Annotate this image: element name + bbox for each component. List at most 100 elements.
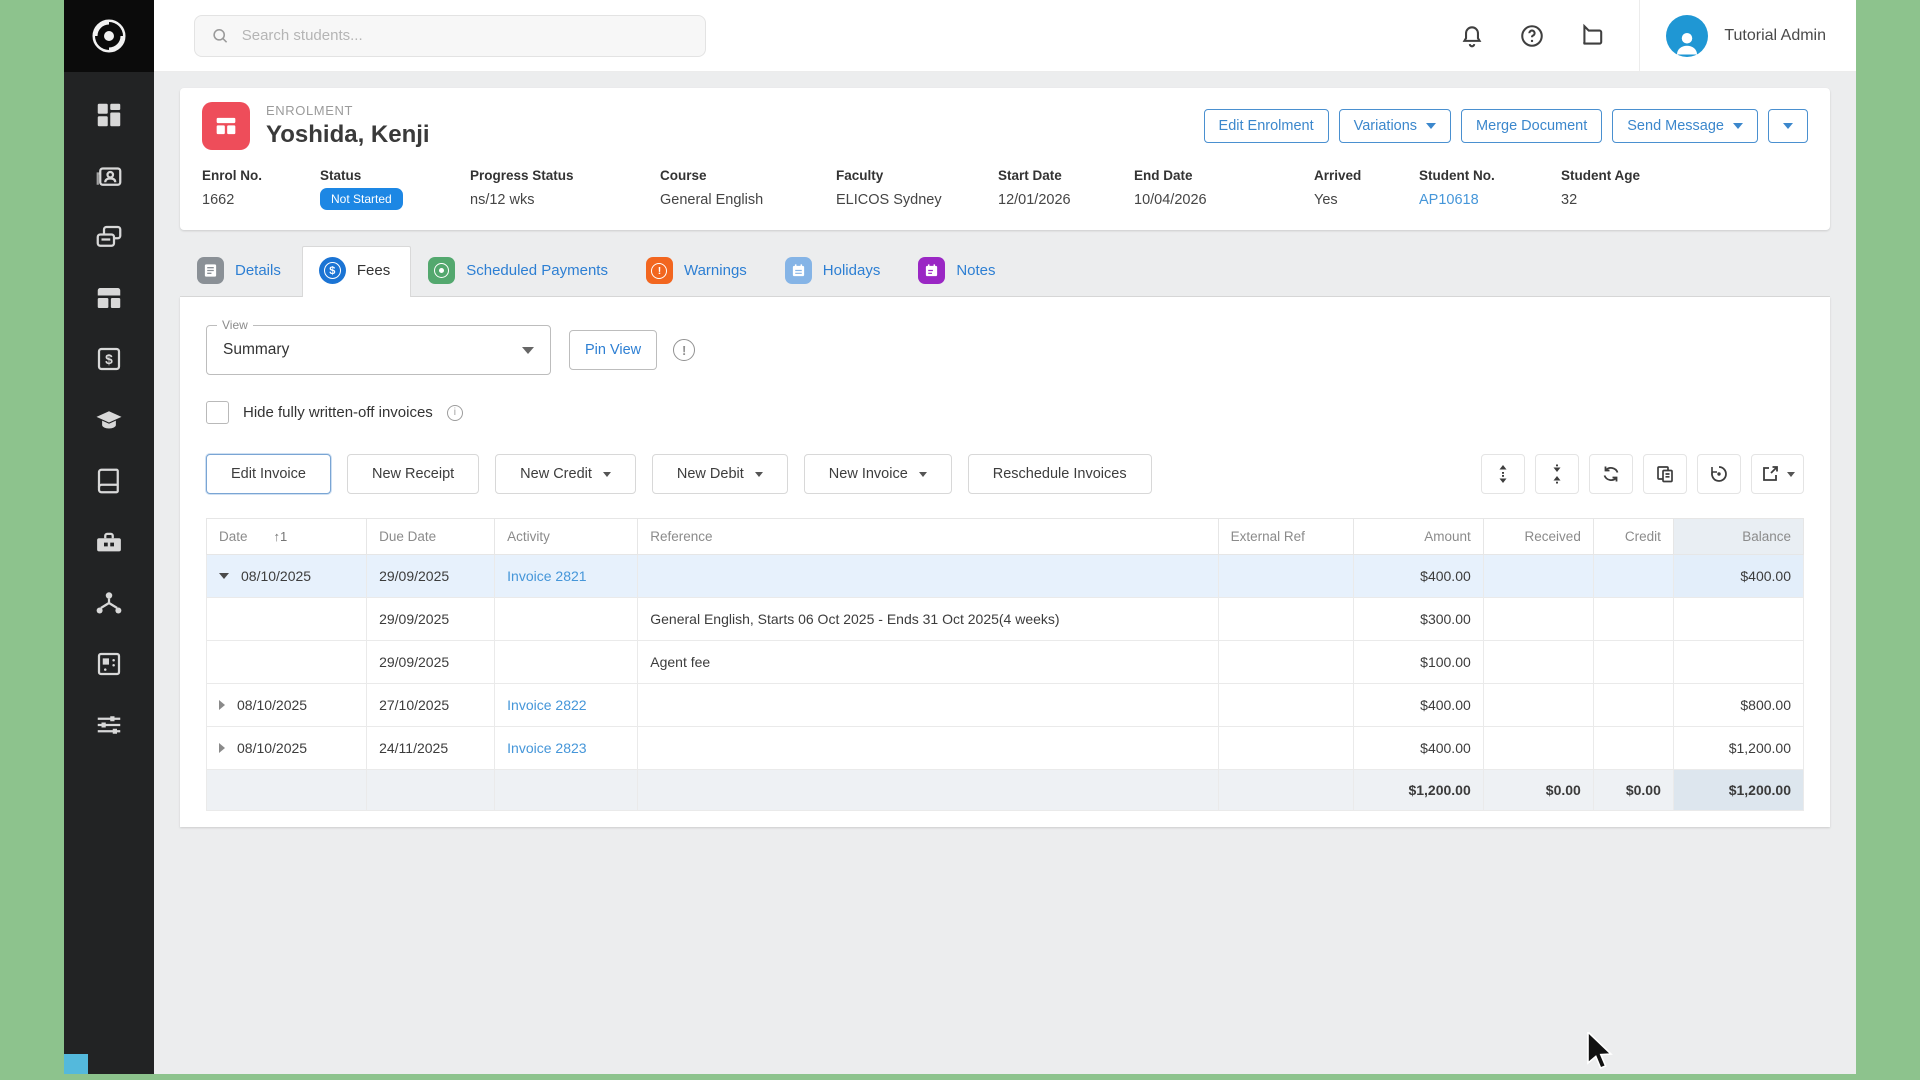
invoices-table: Date↑1 Due Date Activity Reference Exter… [206, 518, 1804, 811]
sidebar-item-agents[interactable] [92, 586, 126, 620]
app-logo[interactable] [64, 0, 154, 72]
info-status: Status Not Started [320, 168, 470, 210]
table-totals-row: $1,200.00 $0.00 $0.00 $1,200.00 [207, 770, 1804, 811]
invoice-link[interactable]: Invoice 2823 [507, 740, 586, 756]
search-input[interactable] [242, 27, 689, 44]
sidebar-item-dashboard[interactable] [92, 98, 126, 132]
sidebar-nav: $ [64, 72, 154, 1054]
info-course: Course General English [660, 168, 836, 210]
new-invoice-button[interactable]: New Invoice [804, 454, 952, 494]
col-external-ref[interactable]: External Ref [1218, 519, 1353, 555]
agents-icon [94, 588, 124, 618]
col-amount[interactable]: Amount [1353, 519, 1483, 555]
send-message-button[interactable]: Send Message [1612, 109, 1758, 143]
enrolment-info-row: Enrol No. 1662 Status Not Started Progre… [202, 168, 1808, 210]
tab-scheduled-payments[interactable]: Scheduled Payments [411, 246, 629, 296]
tab-holidays[interactable]: Holidays [768, 246, 902, 296]
expand-row-icon[interactable] [219, 700, 225, 710]
invoice-link[interactable]: Invoice 2822 [507, 697, 586, 713]
col-date[interactable]: Date↑1 [207, 519, 367, 555]
student-search[interactable] [194, 15, 706, 57]
notes-icon [918, 257, 945, 284]
topbar: Tutorial Admin [154, 0, 1856, 72]
expand-rows-button[interactable] [1481, 454, 1525, 494]
info-end-date: End Date 10/04/2026 [1134, 168, 1314, 210]
more-actions-button[interactable] [1768, 109, 1808, 143]
chat-icon[interactable] [1579, 23, 1605, 49]
tab-warnings[interactable]: ! Warnings [629, 246, 768, 296]
refresh-icon [1601, 464, 1621, 484]
col-due-date[interactable]: Due Date [367, 519, 495, 555]
collapse-rows-icon [1547, 464, 1567, 484]
invoice-row-2822[interactable]: 08/10/2025 27/10/2025 Invoice 2822 $400.… [207, 684, 1804, 727]
history-button[interactable] [1697, 454, 1741, 494]
col-balance[interactable]: Balance [1673, 519, 1803, 555]
info-arrived: Arrived Yes [1314, 168, 1419, 210]
hide-written-off-checkbox[interactable] [206, 401, 229, 424]
new-credit-button[interactable]: New Credit [495, 454, 636, 494]
info-start-date: Start Date 12/01/2026 [998, 168, 1134, 210]
user-menu[interactable]: Tutorial Admin [1640, 15, 1856, 57]
header-actions: Edit Enrolment Variations Merge Document… [1204, 109, 1808, 143]
page-title: Yoshida, Kenji [266, 121, 430, 149]
invoice-row-2821[interactable]: 08/10/2025 29/09/2025 Invoice 2821 $400.… [207, 555, 1804, 598]
sidebar-item-organisation[interactable] [92, 647, 126, 681]
content: ENROLMENT Yoshida, Kenji Edit Enrolment … [154, 72, 1856, 1074]
col-credit[interactable]: Credit [1593, 519, 1673, 555]
tab-details[interactable]: Details [180, 246, 302, 296]
merge-document-button[interactable]: Merge Document [1461, 109, 1602, 143]
notifications-icon[interactable] [1459, 23, 1485, 49]
courses-icon [94, 466, 124, 496]
expand-row-icon[interactable] [219, 743, 225, 753]
view-select[interactable]: View Summary [206, 325, 551, 375]
sort-asc-icon: ↑1 [274, 529, 288, 544]
tab-fees[interactable]: $ Fees [302, 246, 411, 297]
enrolment-icon [202, 102, 250, 150]
variations-button[interactable]: Variations [1339, 109, 1451, 143]
col-activity[interactable]: Activity [495, 519, 638, 555]
col-reference[interactable]: Reference [638, 519, 1218, 555]
edit-enrolment-button[interactable]: Edit Enrolment [1204, 109, 1329, 143]
hide-written-off-label: Hide fully written-off invoices [243, 404, 433, 421]
user-icon [1672, 27, 1702, 57]
sidebar-item-students[interactable] [92, 159, 126, 193]
chevron-down-icon [1783, 123, 1793, 129]
col-received[interactable]: Received [1483, 519, 1593, 555]
enrolments-icon [94, 222, 124, 252]
export-icon [1760, 464, 1780, 484]
refresh-button[interactable] [1589, 454, 1633, 494]
reschedule-invoices-button[interactable]: Reschedule Invoices [968, 454, 1152, 494]
invoice-link[interactable]: Invoice 2821 [507, 568, 586, 584]
copy-button[interactable] [1643, 454, 1687, 494]
sidebar-item-settings[interactable] [92, 708, 126, 742]
sidebar-item-classes[interactable] [92, 281, 126, 315]
pin-view-button[interactable]: Pin View [569, 330, 657, 370]
tab-notes[interactable]: Notes [901, 246, 1016, 296]
new-receipt-button[interactable]: New Receipt [347, 454, 479, 494]
invoice-line-row[interactable]: 29/09/2025 Agent fee $100.00 [207, 641, 1804, 684]
info-faculty: Faculty ELICOS Sydney [836, 168, 998, 210]
user-name: Tutorial Admin [1724, 27, 1826, 45]
chevron-down-icon [1733, 123, 1743, 129]
pin-view-info-icon[interactable]: ! [673, 339, 695, 361]
collapse-row-icon[interactable] [219, 573, 229, 579]
collapse-rows-button[interactable] [1535, 454, 1579, 494]
mouse-cursor [1586, 1032, 1620, 1072]
fees-panel: View Summary Pin View ! Hide fully writt… [180, 297, 1830, 827]
invoice-line-row[interactable]: 29/09/2025 General English, Starts 06 Oc… [207, 598, 1804, 641]
sidebar-item-enrolments[interactable] [92, 220, 126, 254]
checkbox-info-icon[interactable]: i [447, 405, 463, 421]
student-no-link[interactable]: AP10618 [1419, 192, 1479, 208]
edit-invoice-button[interactable]: Edit Invoice [206, 454, 331, 494]
app-window: $ [64, 0, 1856, 1074]
export-button[interactable] [1751, 454, 1804, 494]
sidebar-item-toolbox[interactable] [92, 525, 126, 559]
chevron-down-icon [919, 472, 927, 477]
invoice-row-2823[interactable]: 08/10/2025 24/11/2025 Invoice 2823 $400.… [207, 727, 1804, 770]
sidebar-item-finance[interactable]: $ [92, 342, 126, 376]
sidebar-item-courses[interactable] [92, 464, 126, 498]
sidebar-item-academics[interactable] [92, 403, 126, 437]
new-debit-button[interactable]: New Debit [652, 454, 788, 494]
help-icon[interactable] [1519, 23, 1545, 49]
total-balance: $1,200.00 [1673, 770, 1803, 811]
